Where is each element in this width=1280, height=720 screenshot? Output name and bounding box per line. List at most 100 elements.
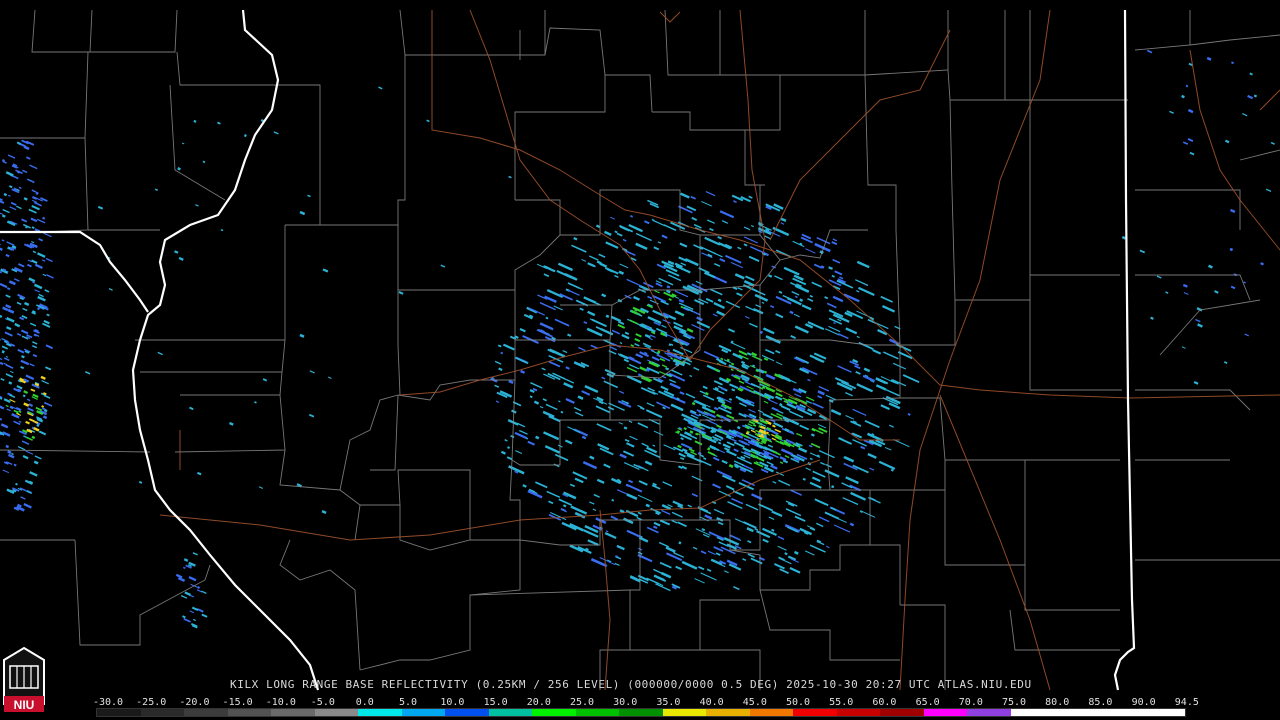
radar-echo-streak [2,268,7,272]
scale-color-swatch [532,709,576,716]
radar-echo-streak [565,366,570,370]
radar-echo-streak [45,307,49,311]
radar-echo-streak [710,430,714,434]
radar-echo-streak [665,367,670,371]
radar-echo-streak [1229,247,1234,252]
radar-echo-streak [1207,264,1213,269]
scale-color-swatch [619,709,663,716]
radar-echo-streak [755,369,759,373]
radar-echo-streak [666,285,671,289]
scale-tick-label: 60.0 [872,697,897,708]
radar-echo-streak [725,377,732,382]
scale-tick-label: 15.0 [483,697,508,708]
scale-color-swatch [401,709,446,716]
radar-echo-streak [25,226,28,229]
radar-echo-streak [6,341,10,344]
radar-echo-streak [42,415,48,420]
radar-echo-streak [228,421,234,426]
scale-tick-label: 90.0 [1131,697,1156,708]
scale-color-swatch [358,709,402,716]
scale-tick-label: -25.0 [136,697,167,708]
radar-echo-streak [601,293,607,298]
radar-echo-streak [717,298,722,303]
radar-echo-streak [254,401,257,404]
radar-echo-streak [763,370,768,374]
scale-color-swatch [1097,709,1142,716]
scale-color-swatch [880,709,924,716]
radar-echo-streak [849,522,855,527]
scale-tick-label: 25.0 [569,697,595,708]
scale-color-swatch [271,709,315,716]
radar-echo-streak [689,374,693,378]
reflectivity-scale: -30.0 -25.0 -20.0 -15.0 -10.0 -5.0 0.0 5.0 10.0 1… [93,697,1199,719]
scale-color-swatch [488,709,533,716]
scale-color-swatch [575,709,620,716]
radar-echo-streak [614,230,618,234]
radar-echo-streak [7,450,12,455]
radar-echo-streak [703,457,707,460]
radar-echo-streak [562,504,567,508]
radar-echo-streak [723,406,727,410]
radar-echo-streak [828,266,833,270]
radar-echo-streak [740,360,746,365]
radar-echo-streak [783,439,787,443]
radar-echo-streak [771,424,776,428]
radar-echo-streak [46,313,50,317]
radar-map [0,0,1280,720]
radar-echo-streak [1260,262,1264,266]
scale-color-swatch [1010,709,1055,716]
scale-color-swatch [1141,709,1185,716]
radar-echo-streak [13,463,17,467]
radar-echo-streak [6,287,11,291]
scale-color-swatch [97,709,141,716]
radar-echo-streak [560,410,564,414]
radar-echo-streak [23,390,29,395]
radar-echo-streak [34,420,39,424]
radar-echo-streak [1181,94,1185,99]
scale-color-swatch [662,709,707,716]
radar-echo-streak [8,381,13,385]
radar-echo-streak [217,121,221,125]
radar-echo-streak [745,425,750,430]
radar-echo-streak [677,444,682,449]
radar-echo-streak [498,367,503,371]
radar-echo-streak [43,408,48,413]
radar-echo-streak [833,321,836,325]
radar-echo-streak [23,301,30,307]
scale-color-swatch [967,709,1011,716]
scale-tick-label: 45.0 [742,697,767,708]
radar-echo-streak [789,310,794,315]
radar-echo-streak [676,397,680,401]
radar-echo-streak [765,431,769,435]
radar-echo-streak [634,308,638,312]
radar-echo-streak [28,403,34,407]
radar-echo-streak [1223,361,1228,364]
radar-echo-streak [799,298,804,303]
scale-tick-label: 75.0 [1001,697,1027,708]
radar-echo-streak [768,274,773,278]
radar-echo-streak [645,368,650,372]
radar-echo-streak [657,350,661,354]
radar-echo-streak [1243,281,1246,284]
logo-text: NIU [14,698,35,712]
scale-color-swatch [836,709,881,716]
radar-echo-streak [220,229,224,232]
radar-echo-streak [177,167,181,171]
radar-echo-streak [573,236,578,241]
radar-echo-streak [759,330,764,334]
radar-echo-streak [761,385,766,389]
radar-echo-streak [508,379,514,384]
radar-echo-streak [36,423,40,428]
radar-echo-streak [174,250,179,254]
scale-tick-label: 5.0 [398,697,418,708]
radar-echo-streak [0,361,4,366]
radar-echo-streak [662,406,666,410]
scale-tick-label: 85.0 [1088,697,1113,708]
radar-echo-streak [816,539,822,544]
scale-tick-label: 55.0 [829,697,854,708]
radar-echo-streak [713,406,719,411]
radar-echo-streak [689,430,694,434]
radar-echo-streak [1,239,5,242]
radar-echo-streak [31,435,36,440]
scale-tick-label: 94.5 [1174,697,1199,708]
